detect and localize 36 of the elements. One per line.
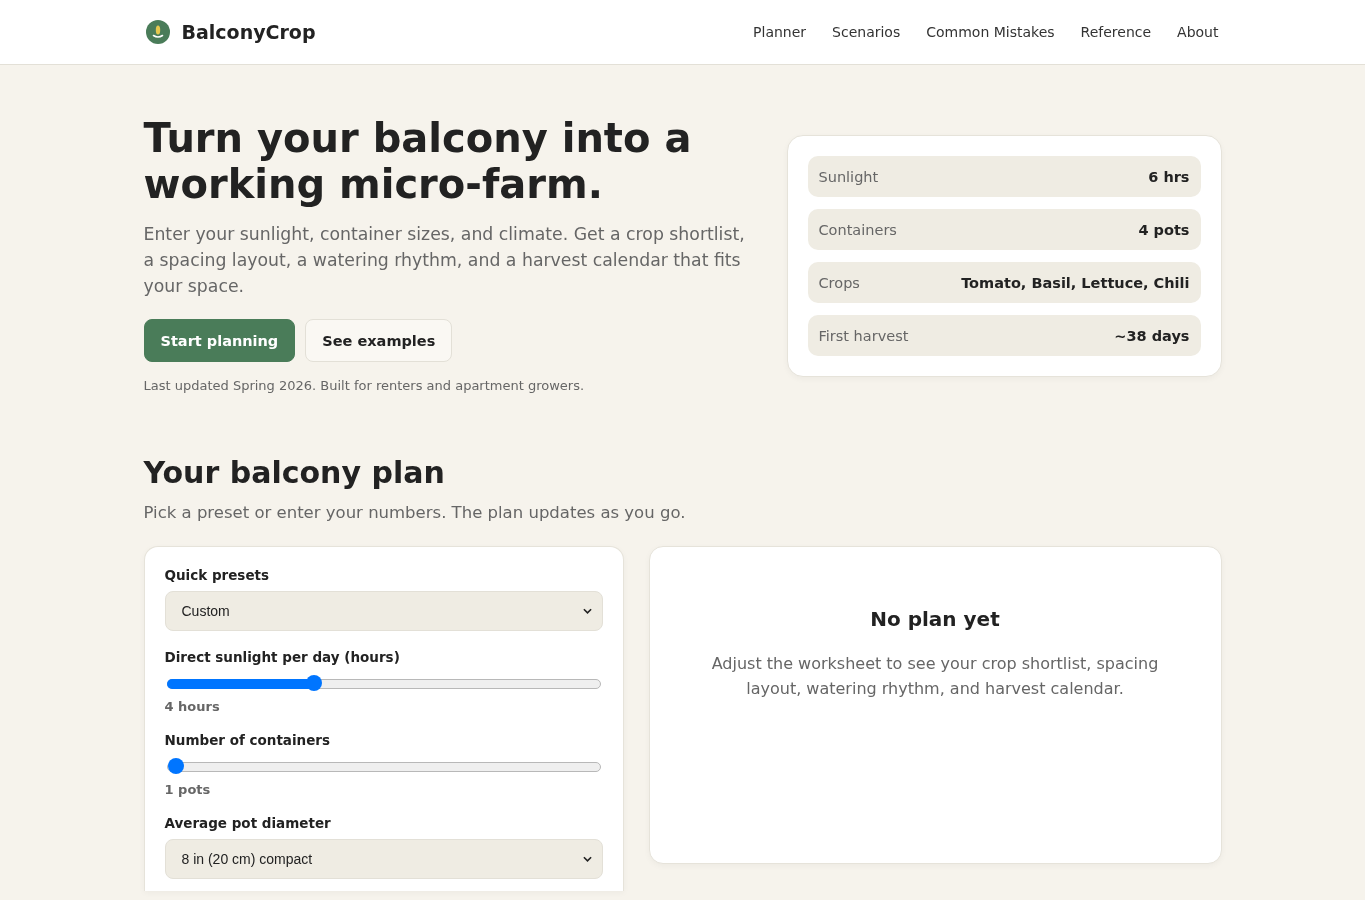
summary-value: 4 pots bbox=[1138, 221, 1190, 238]
dropdown-select[interactable]: 8 in (20 cm) compact bbox=[164, 839, 603, 879]
nav-link[interactable]: About bbox=[1177, 24, 1219, 40]
section-subtitle: Pick a preset or enter your numbers. The plan updates as you go. bbox=[143, 503, 687, 522]
slider-thumb[interactable] bbox=[167, 758, 184, 774]
summary-value: 6 hrs bbox=[1148, 168, 1190, 185]
dropdown-select[interactable]: Custom bbox=[164, 591, 603, 631]
empty-state-text: Adjust the worksheet to see your crop shortlist, spacing layout, watering rhythm, and harvest calendar. bbox=[710, 653, 1160, 700]
brand-name[interactable]: BalconyCrop bbox=[181, 21, 316, 43]
hero-intro: Enter your sunlight, container sizes, and climate. Get a crop shortlist, a spacing layout, a watering rhythm, and a harvest calendar that fits your space. bbox=[143, 223, 746, 298]
field-label: Number of containers bbox=[164, 732, 332, 748]
examples-button[interactable]: See examples bbox=[305, 319, 453, 362]
summary-label: First harvest bbox=[818, 327, 909, 344]
summary-label: Sunlight bbox=[818, 168, 879, 185]
summary-label: Containers bbox=[818, 221, 897, 238]
chevron-down-icon bbox=[582, 608, 592, 614]
slider-value: 1 pots bbox=[164, 782, 212, 797]
chevron-down-icon bbox=[582, 856, 592, 862]
nav-link[interactable]: Scenarios bbox=[832, 24, 901, 40]
summary-value: Tomato, Basil, Lettuce, Chili bbox=[961, 274, 1190, 291]
empty-state-title: No plan yet bbox=[869, 607, 1001, 631]
slider-thumb[interactable] bbox=[306, 675, 322, 691]
nav-link[interactable]: Reference bbox=[1080, 24, 1152, 40]
slider-value: 4 hours bbox=[164, 699, 221, 714]
field-label: Direct sunlight per day (hours) bbox=[164, 649, 401, 665]
field-label: Average pot diameter bbox=[164, 815, 332, 831]
nav-link[interactable]: Common Mistakes bbox=[926, 24, 1055, 40]
start-button[interactable]: Start planning bbox=[143, 319, 296, 362]
section-title: Your balcony plan bbox=[143, 455, 446, 491]
sprout-logo-icon bbox=[145, 20, 170, 44]
update-note: Last updated Spring 2026. Built for renters and apartment growers. bbox=[143, 378, 586, 393]
hero-title: Turn your balcony into a working micro-farm. bbox=[143, 115, 693, 207]
summary-label: Crops bbox=[818, 274, 860, 291]
summary-value: ~38 days bbox=[1114, 327, 1190, 344]
nav-link[interactable]: Planner bbox=[753, 24, 807, 40]
field-label: Quick presets bbox=[164, 567, 271, 583]
